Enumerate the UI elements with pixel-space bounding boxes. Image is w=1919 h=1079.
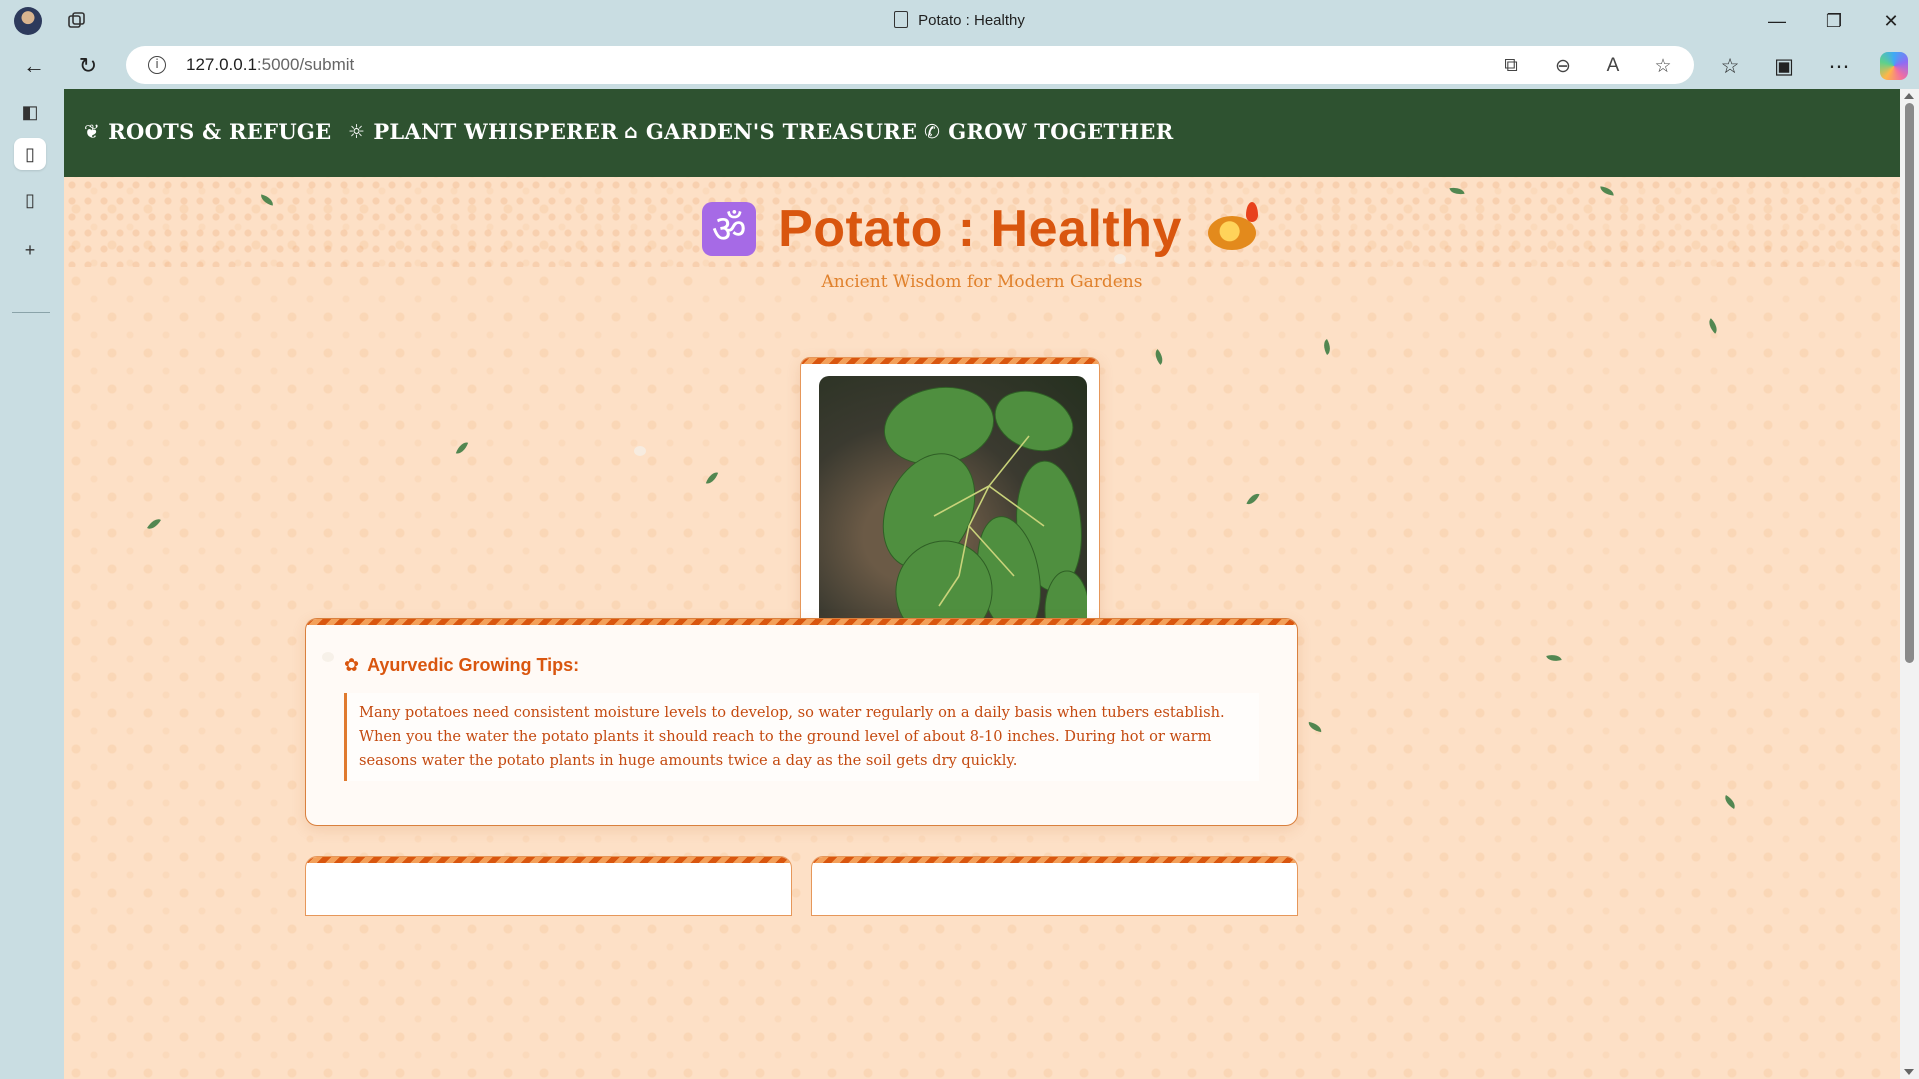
favorite-star-icon[interactable]: ☆ bbox=[1650, 53, 1676, 79]
page-title: ॐ Potato : Healthy bbox=[64, 199, 1900, 259]
card-stripe bbox=[801, 358, 1099, 364]
floating-leaf bbox=[1246, 490, 1260, 508]
nav-label: GROW TOGETHER bbox=[948, 119, 1174, 144]
tab-actions-icon[interactable]: ◧ bbox=[14, 96, 46, 128]
url-host: 127.0.0.1 bbox=[186, 55, 257, 74]
copilot-icon[interactable] bbox=[1880, 52, 1908, 80]
growing-tips-card: ✿ Ayurvedic Growing Tips: Many potatoes … bbox=[305, 618, 1298, 826]
site-navbar: ❦ ROOTS & REFUGE ☼ PLANT WHISPERER ⌂ GAR… bbox=[64, 89, 1900, 177]
leaf-icon: ❦ bbox=[84, 120, 101, 143]
page-title-text: Potato : Healthy bbox=[778, 200, 1182, 258]
floating-leaf bbox=[455, 440, 469, 456]
url-path: :5000/submit bbox=[256, 55, 355, 74]
browser-titlebar: Potato : Healthy — ❐ ✕ bbox=[0, 0, 1919, 42]
window-title: Potato : Healthy bbox=[0, 11, 1919, 29]
new-tab-icon[interactable]: + bbox=[14, 234, 46, 266]
favorites-icon[interactable]: ☆ bbox=[1714, 50, 1746, 82]
close-window-button[interactable]: ✕ bbox=[1869, 6, 1913, 36]
floating-leaf bbox=[1705, 318, 1721, 334]
diya-lamp-icon bbox=[1204, 202, 1262, 256]
sidebar-divider bbox=[12, 312, 50, 313]
nav-label: PLANT WHISPERER bbox=[373, 119, 618, 144]
info-card-left bbox=[305, 856, 792, 916]
floating-leaf bbox=[1320, 338, 1334, 356]
om-icon: ॐ bbox=[702, 202, 757, 256]
card-stripe bbox=[306, 857, 791, 863]
scrollbar-thumb[interactable] bbox=[1905, 103, 1914, 663]
page-scrollbar[interactable] bbox=[1900, 89, 1919, 1079]
tips-text: Many potatoes need consistent moisture l… bbox=[344, 693, 1259, 781]
nav-grow-together[interactable]: ✆ GROW TOGETHER bbox=[924, 119, 1174, 144]
url-text[interactable]: 127.0.0.1:5000/submit bbox=[186, 55, 354, 75]
nav-gardens-treasure[interactable]: ⌂ GARDEN'S TREASURE bbox=[624, 119, 917, 144]
refresh-button[interactable]: ↻ bbox=[72, 50, 104, 82]
shopping-bag-icon: ⌂ bbox=[624, 120, 638, 143]
nav-label: GARDEN'S TREASURE bbox=[645, 119, 918, 144]
nav-label: ROOTS & REFUGE bbox=[108, 119, 332, 144]
floating-leaf bbox=[147, 515, 161, 533]
phone-icon: ✆ bbox=[924, 120, 941, 143]
scroll-up-arrow[interactable] bbox=[1904, 93, 1914, 99]
tips-heading: ✿ Ayurvedic Growing Tips: bbox=[344, 655, 579, 676]
floating-petal bbox=[1114, 254, 1126, 264]
open-in-app-icon[interactable]: ⧉ bbox=[1498, 53, 1524, 79]
vertical-tab-sidebar: ◧ ▯ ▯ + bbox=[0, 88, 64, 1079]
scroll-down-arrow[interactable] bbox=[1904, 1069, 1914, 1075]
more-menu-icon[interactable]: ⋯ bbox=[1823, 50, 1855, 82]
tab-page-icon[interactable]: ▯ bbox=[14, 184, 46, 216]
floating-leaf bbox=[705, 470, 719, 486]
uploaded-leaf-image bbox=[819, 376, 1087, 644]
gear-icon: ✿ bbox=[344, 655, 360, 676]
page-viewport: ❦ ROOTS & REFUGE ☼ PLANT WHISPERER ⌂ GAR… bbox=[64, 89, 1900, 1079]
address-bar-row: ← ↻ i 127.0.0.1:5000/submit ⧉ ⊖ A ☆ bbox=[0, 42, 1919, 88]
read-aloud-icon[interactable]: A bbox=[1600, 53, 1626, 79]
lightbulb-icon: ☼ bbox=[348, 120, 366, 143]
card-stripe bbox=[812, 857, 1297, 863]
collections-icon[interactable]: ▣ bbox=[1768, 50, 1800, 82]
window-title-text: Potato : Healthy bbox=[918, 12, 1025, 29]
page-document-icon bbox=[894, 11, 909, 28]
card-stripe bbox=[306, 619, 1297, 625]
minimize-button[interactable]: — bbox=[1755, 6, 1799, 36]
tips-heading-text: Ayurvedic Growing Tips: bbox=[367, 655, 580, 675]
page-subtitle: Ancient Wisdom for Modern Gardens bbox=[821, 272, 1143, 292]
floating-leaf bbox=[1546, 652, 1562, 664]
site-info-icon[interactable]: i bbox=[148, 56, 166, 74]
info-card-right bbox=[811, 856, 1298, 916]
floating-petal bbox=[322, 652, 334, 662]
zoom-out-icon[interactable]: ⊖ bbox=[1550, 53, 1576, 79]
floating-leaf bbox=[1721, 795, 1739, 809]
floating-leaf bbox=[1307, 721, 1323, 733]
nav-plant-whisperer[interactable]: ☼ PLANT WHISPERER bbox=[348, 119, 618, 144]
active-tab-icon[interactable]: ▯ bbox=[14, 138, 46, 170]
restore-button[interactable]: ❐ bbox=[1812, 6, 1856, 36]
back-button[interactable]: ← bbox=[18, 50, 50, 82]
floating-petal bbox=[634, 446, 646, 456]
floating-leaf bbox=[1151, 349, 1167, 365]
address-bar[interactable]: i 127.0.0.1:5000/submit ⧉ ⊖ A ☆ bbox=[126, 46, 1694, 84]
nav-roots-refuge[interactable]: ❦ ROOTS & REFUGE bbox=[84, 119, 331, 144]
